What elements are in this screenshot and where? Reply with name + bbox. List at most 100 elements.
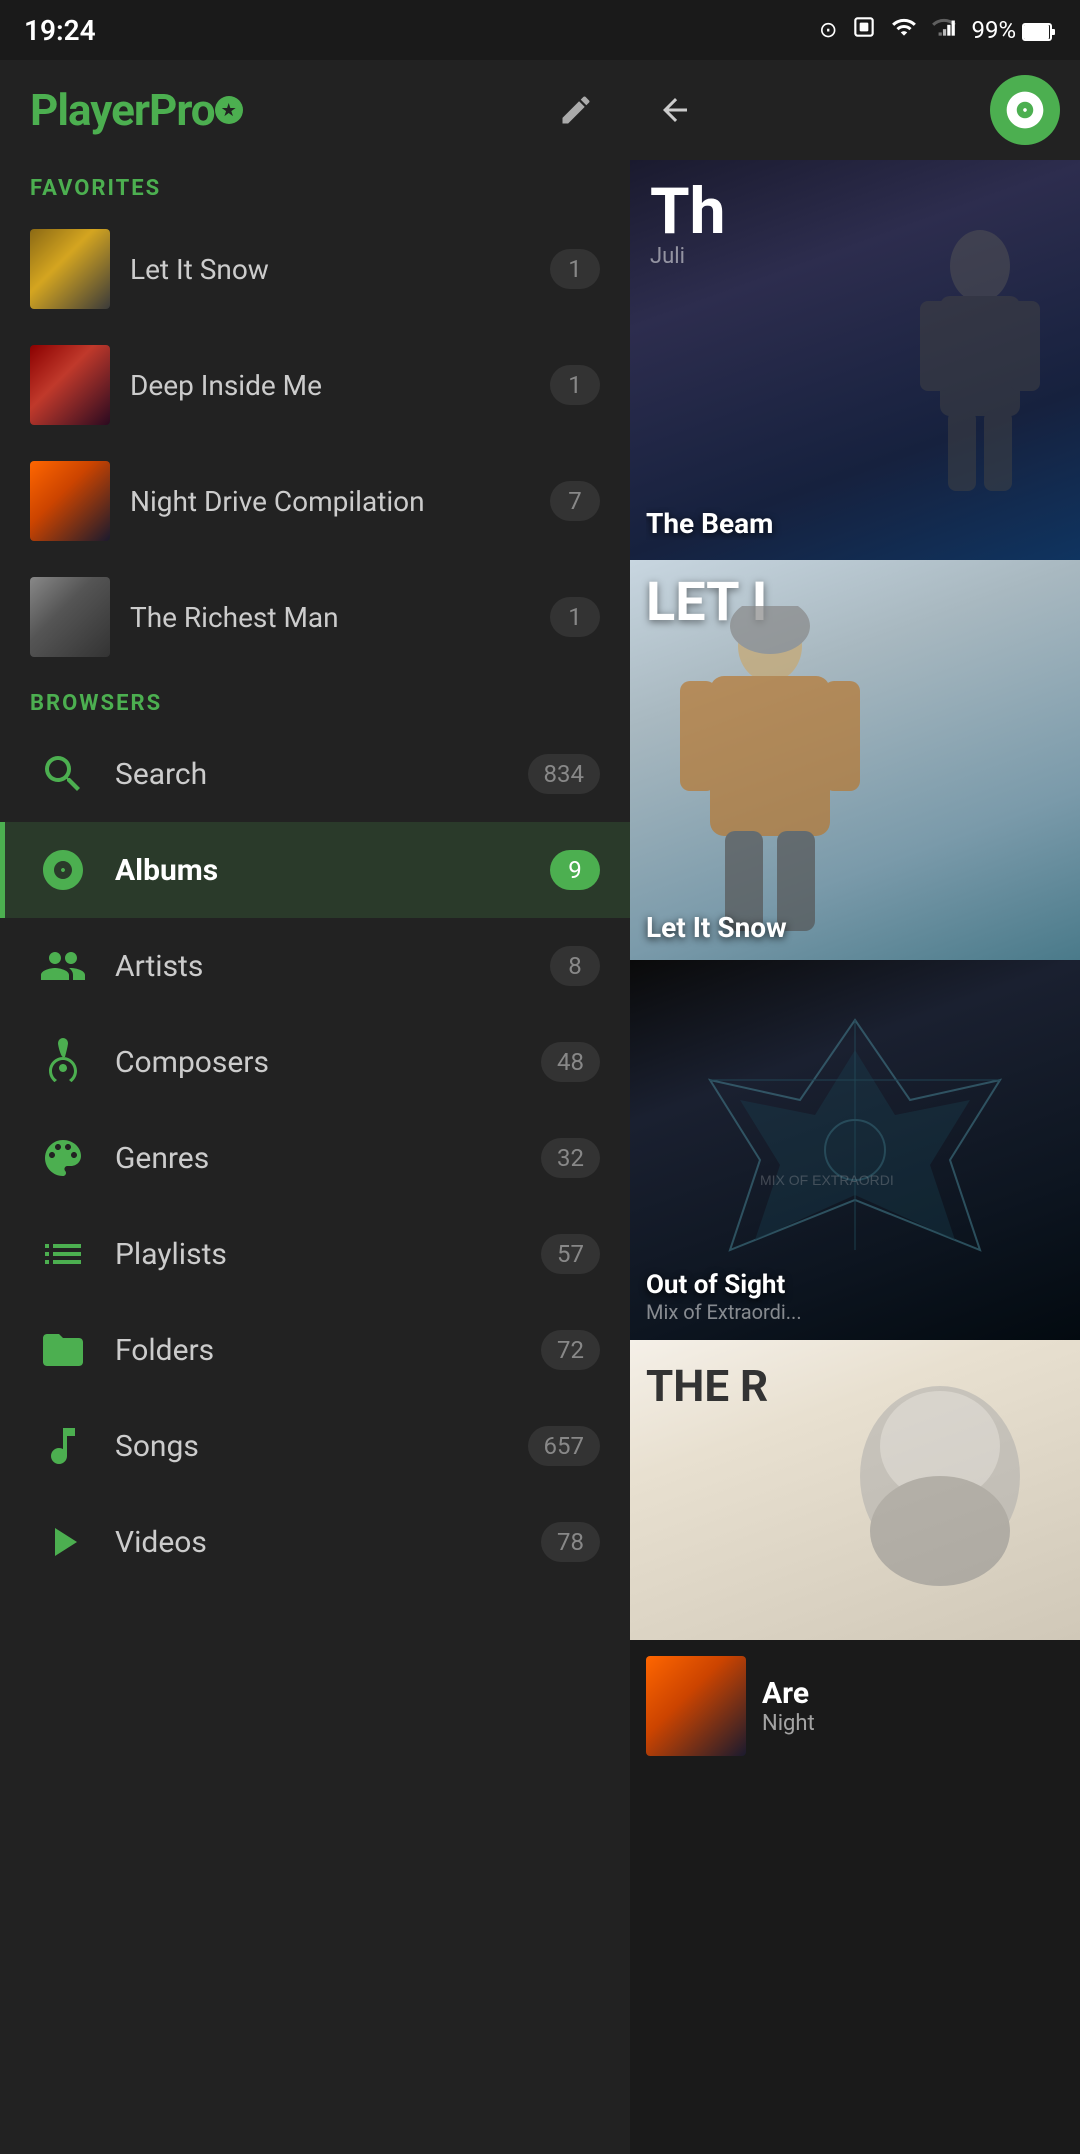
status-time: 19:24 — [24, 14, 96, 47]
app-header: PlayerPro ★ — [0, 60, 630, 160]
browser-label-composers: Composers — [115, 1045, 517, 1080]
favorites-list: Let It Snow 1 Deep Inside Me 1 Night Dri… — [0, 211, 630, 675]
mini-thumb — [646, 1656, 746, 1756]
fav-thumb-night-drive — [30, 461, 110, 541]
battery-indicator: 99% — [971, 16, 1056, 44]
sidebar-item-videos[interactable]: Videos 78 — [0, 1494, 630, 1590]
album-card-3-label: Out of Sight Mix of Extraordi... — [646, 1270, 802, 1324]
fav-thumb-deep-inside — [30, 345, 110, 425]
genres-icon — [35, 1130, 91, 1186]
fav-count-deep-inside-me: 1 — [550, 365, 600, 405]
album-card-1-label: The Beam — [646, 507, 1072, 540]
wifi-icon — [891, 14, 917, 46]
fav-count-night-drive: 7 — [550, 481, 600, 521]
fav-count-let-it-snow: 1 — [550, 249, 600, 289]
browser-label-playlists: Playlists — [115, 1237, 517, 1272]
album-card-4-title-big: THE R — [646, 1360, 768, 1412]
album-card-2-label: Let It Snow — [646, 911, 787, 944]
header-icons — [552, 86, 600, 134]
back-button[interactable] — [650, 85, 700, 135]
album-card-1-title: Th — [650, 180, 726, 244]
browser-count-genres: 32 — [541, 1138, 600, 1178]
mini-info: Are Night — [762, 1676, 1064, 1736]
fav-title-night-drive: Night Drive Compilation — [130, 485, 530, 518]
camera-icon: ⊙ — [819, 18, 837, 43]
sidebar-item-artists[interactable]: Artists 8 — [0, 918, 630, 1014]
right-header — [630, 60, 1080, 160]
album-card-out-of-sight[interactable]: MIX OF EXTRAORDI Out of Sight Mix of Ext… — [630, 960, 1080, 1340]
edit-button[interactable] — [552, 86, 600, 134]
mini-subtitle: Night — [762, 1711, 1064, 1736]
favorite-item-let-it-snow[interactable]: Let It Snow 1 — [0, 211, 630, 327]
favorites-section-label: FAVORITES — [0, 160, 630, 211]
album-card-4-text: THE R — [646, 1360, 768, 1412]
album-card-3-subtitle: Mix of Extraordi... — [646, 1300, 802, 1324]
browser-label-songs: Songs — [115, 1429, 504, 1464]
fav-thumb-richest-man — [30, 577, 110, 657]
nfc-icon — [851, 14, 877, 46]
folders-icon — [35, 1322, 91, 1378]
browser-count-composers: 48 — [541, 1042, 600, 1082]
browsers-section-label: BROWSERS — [0, 675, 630, 726]
album-card-the-beam[interactable]: Th Juli The Beam — [630, 160, 1080, 560]
main-layout: PlayerPro ★ FAVORITES Let It Snow 1 — [0, 60, 1080, 2154]
fav-title-richest-man: The Richest Man — [130, 601, 530, 634]
mini-card-night-drive[interactable]: Are Night — [630, 1640, 1080, 1772]
status-icons: ⊙ 99% — [819, 14, 1056, 46]
browser-count-folders: 72 — [541, 1330, 600, 1370]
artists-icon — [35, 938, 91, 994]
album-card-3-title: Out of Sight — [646, 1270, 802, 1300]
mini-title: Are — [762, 1676, 1064, 1711]
album-card-2-bottom-title: Let It Snow — [646, 911, 787, 944]
browser-count-search: 834 — [528, 754, 600, 794]
browsers-list: Search 834 Albums 9 — [0, 726, 630, 2154]
browser-label-artists: Artists — [115, 949, 526, 984]
svg-text:MIX OF EXTRAORDI: MIX OF EXTRAORDI — [760, 1172, 894, 1188]
browser-label-folders: Folders — [115, 1333, 517, 1368]
playlists-icon — [35, 1226, 91, 1282]
albums-icon — [35, 842, 91, 898]
fav-count-richest-man: 1 — [550, 597, 600, 637]
album-card-let-it-snow[interactable]: LET I Let It Snow — [630, 560, 1080, 960]
sidebar-item-genres[interactable]: Genres 32 — [0, 1110, 630, 1206]
sidebar-item-folders[interactable]: Folders 72 — [0, 1302, 630, 1398]
videos-icon — [35, 1514, 91, 1570]
browser-label-albums: Albums — [115, 853, 526, 888]
browser-label-genres: Genres — [115, 1141, 517, 1176]
browser-count-playlists: 57 — [541, 1234, 600, 1274]
fav-title-deep-inside-me: Deep Inside Me — [130, 369, 530, 402]
signal-icon — [931, 14, 957, 46]
sidebar: PlayerPro ★ FAVORITES Let It Snow 1 — [0, 60, 630, 2154]
browser-label-videos: Videos — [115, 1525, 517, 1560]
sidebar-item-songs[interactable]: Songs 657 — [0, 1398, 630, 1494]
sidebar-item-search[interactable]: Search 834 — [0, 726, 630, 822]
browser-count-albums: 9 — [550, 850, 600, 890]
logo-text: PlayerPro — [30, 84, 215, 136]
fav-thumb-let-it-snow — [30, 229, 110, 309]
album-card-the-richest[interactable]: THE R — [630, 1340, 1080, 1640]
status-bar: 19:24 ⊙ 99% — [0, 0, 1080, 60]
favorite-item-night-drive[interactable]: Night Drive Compilation 7 — [0, 443, 630, 559]
logo: PlayerPro ★ — [30, 84, 243, 136]
search-icon — [35, 746, 91, 802]
favorite-item-richest-man[interactable]: The Richest Man 1 — [0, 559, 630, 675]
logo-star-icon: ★ — [215, 96, 243, 124]
favorite-item-deep-inside-me[interactable]: Deep Inside Me 1 — [0, 327, 630, 443]
composers-icon — [35, 1034, 91, 1090]
sidebar-item-albums[interactable]: Albums 9 — [0, 822, 630, 918]
album-card-1-figure — [890, 226, 1070, 510]
browser-count-videos: 78 — [541, 1522, 600, 1562]
browser-label-search: Search — [115, 757, 504, 792]
fav-title-let-it-snow: Let It Snow — [130, 253, 530, 286]
album-card-4-art — [800, 1356, 1080, 1640]
now-playing-button[interactable] — [990, 75, 1060, 145]
songs-icon — [35, 1418, 91, 1474]
sidebar-item-playlists[interactable]: Playlists 57 — [0, 1206, 630, 1302]
browser-count-songs: 657 — [528, 1426, 600, 1466]
right-panel: Th Juli The Beam LET I — [630, 60, 1080, 2154]
album-card-1-bottom-title: The Beam — [646, 507, 1072, 540]
browser-count-artists: 8 — [550, 946, 600, 986]
sidebar-item-composers[interactable]: Composers 48 — [0, 1014, 630, 1110]
album-card-2-figure — [670, 606, 870, 960]
album-card-1-text: Th Juli — [650, 180, 726, 269]
